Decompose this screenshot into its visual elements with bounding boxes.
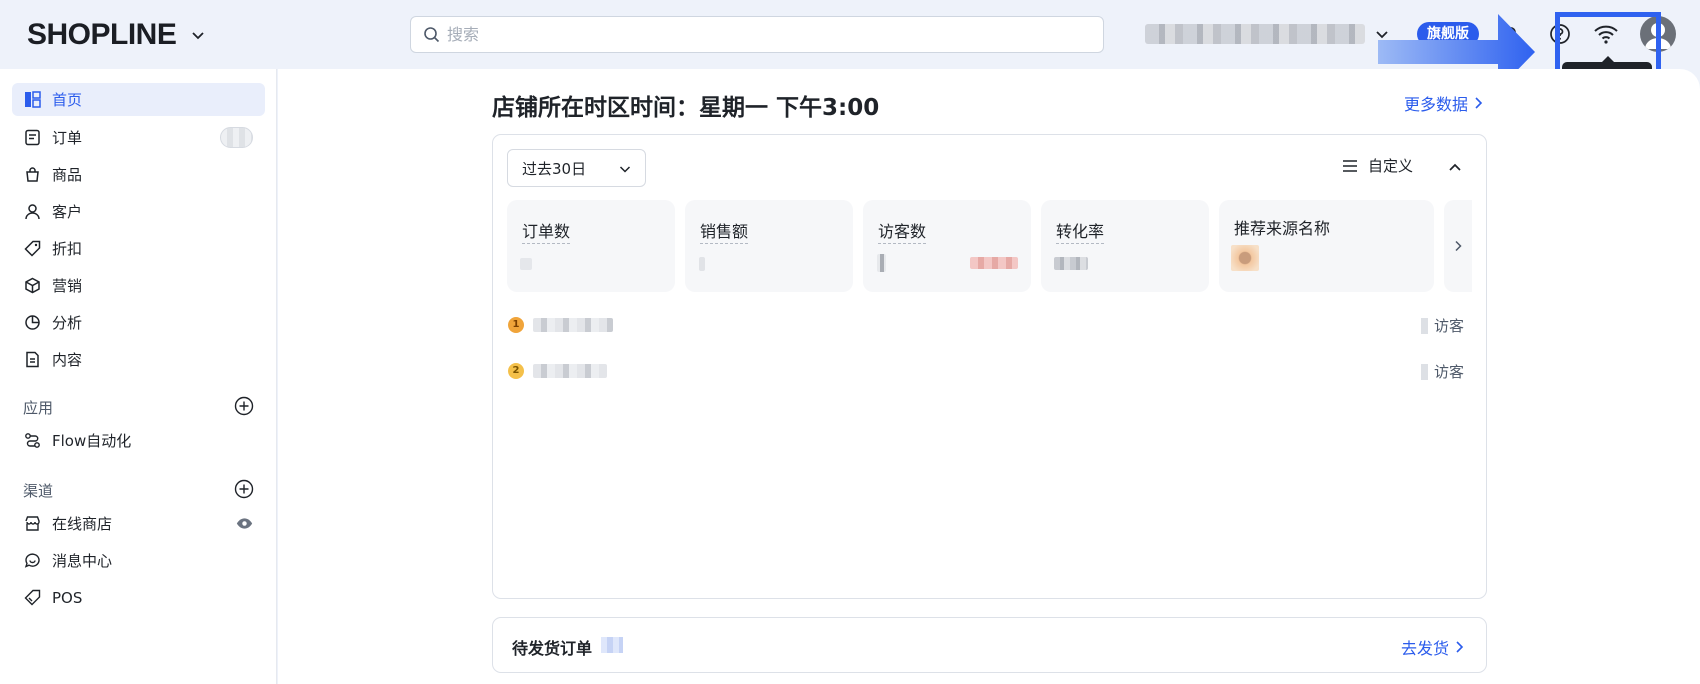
chevron-down-icon xyxy=(619,166,631,173)
apps-section-label: 应用 xyxy=(23,399,54,417)
metrics-next-button[interactable] xyxy=(1444,200,1472,292)
referrer-name-redacted xyxy=(533,364,607,378)
referrer-visitors: 访客 xyxy=(1421,361,1501,382)
referrer-name-redacted xyxy=(533,318,613,332)
search-icon xyxy=(424,26,440,42)
sidebar-item-label: 订单 xyxy=(52,129,83,147)
visitor-count-redacted xyxy=(1421,317,1428,334)
chevron-right-icon xyxy=(1475,97,1483,109)
visitor-count-redacted xyxy=(1421,363,1428,380)
list-menu-icon xyxy=(1343,159,1357,172)
main-corner-decoration xyxy=(1650,69,1700,89)
metric-card-referrer[interactable]: 推荐来源名称 xyxy=(1219,200,1434,292)
sidebar-item-label: POS xyxy=(52,588,83,607)
tag-icon xyxy=(24,240,41,257)
sidebar-item-message-center[interactable]: 消息中心 xyxy=(12,544,265,577)
chevron-down-icon xyxy=(192,32,204,40)
logo[interactable]: SHOPLINE xyxy=(27,18,206,52)
visitor-unit: 访客 xyxy=(1434,363,1465,381)
date-range-select[interactable]: 过去30日 xyxy=(507,149,646,187)
storefront-icon xyxy=(25,516,40,531)
shopping-bag-icon xyxy=(26,167,39,182)
sidebar-item-online-store[interactable]: 在线商店 xyxy=(12,507,265,540)
sidebar-item-discounts[interactable]: 折扣 xyxy=(12,232,265,265)
chevron-right-icon xyxy=(1456,641,1464,653)
chevron-right-icon xyxy=(1455,240,1462,252)
sidebar-item-label: 消息中心 xyxy=(52,552,113,570)
sidebar-item-label: 在线商店 xyxy=(52,515,113,533)
metric-label: 销售额 xyxy=(700,218,749,244)
pos-tag-icon xyxy=(24,589,41,606)
customize-label: 自定义 xyxy=(1368,157,1414,175)
sidebar-item-marketing[interactable]: 营销 xyxy=(12,269,265,302)
metric-card-visitors[interactable]: 访客数 xyxy=(863,200,1031,292)
order-doc-icon xyxy=(25,129,40,146)
flow-icon xyxy=(25,433,40,448)
pending-count-redacted xyxy=(601,637,623,653)
ship-orders-label: 去发货 xyxy=(1400,639,1449,658)
date-range-value: 过去30日 xyxy=(522,159,587,178)
sidebar-item-products[interactable]: 商品 xyxy=(12,158,265,191)
add-app-icon[interactable] xyxy=(234,396,254,416)
referrer-visitors: 访客 xyxy=(1421,315,1501,336)
metric-label: 转化率 xyxy=(1056,218,1105,244)
pending-orders-label: 待发货订单 xyxy=(512,639,593,658)
metric-value-redacted xyxy=(520,258,532,270)
metric-card-orders[interactable]: 订单数 xyxy=(507,200,675,292)
sidebar-item-label: 内容 xyxy=(52,351,83,369)
home-dashboard-icon xyxy=(25,91,41,108)
page-title: 店铺所在时区时间：星期一 下午3:00 xyxy=(492,95,880,121)
order-count-badge xyxy=(220,127,253,148)
sidebar-item-customers[interactable]: 客户 xyxy=(12,195,265,228)
more-data-link[interactable]: 更多数据 xyxy=(1404,91,1483,115)
sidebar-item-analytics[interactable]: 分析 xyxy=(12,306,265,339)
document-icon xyxy=(26,351,39,368)
pie-chart-icon xyxy=(25,315,40,330)
rank-badge-1: 1 xyxy=(508,317,524,333)
metric-card-conversion[interactable]: 转化率 xyxy=(1041,200,1209,292)
sidebar-item-label: Flow自动化 xyxy=(52,432,132,450)
sidebar-item-label: 首页 xyxy=(52,91,83,109)
logo-text: SHOPLINE xyxy=(27,18,177,51)
store-name[interactable] xyxy=(1145,24,1365,44)
sidebar-item-content[interactable]: 内容 xyxy=(12,343,265,376)
sidebar-item-flow[interactable]: Flow自动化 xyxy=(12,424,265,457)
chevron-up-icon[interactable] xyxy=(1448,160,1462,174)
search-input[interactable] xyxy=(447,25,1103,44)
eye-icon[interactable] xyxy=(236,515,253,532)
cube-icon xyxy=(25,277,40,294)
rank-badge-2: 2 xyxy=(508,363,524,379)
add-channel-icon[interactable] xyxy=(234,479,254,499)
metric-value-redacted xyxy=(877,254,886,272)
metric-value-redacted xyxy=(699,257,705,271)
user-icon xyxy=(25,204,40,220)
sidebar-item-label: 商品 xyxy=(52,166,83,184)
metric-card-sales[interactable]: 销售额 xyxy=(685,200,853,292)
customize-button[interactable]: 自定义 xyxy=(1342,155,1413,176)
visitor-unit: 访客 xyxy=(1434,317,1465,335)
sidebar-item-home[interactable]: 首页 xyxy=(12,83,265,116)
search-box[interactable] xyxy=(410,16,1104,53)
sidebar: 首页 订单 商品 客户 折扣 营销 分析 内容 应用 Flow自动化 渠道 在线… xyxy=(0,69,277,684)
more-data-label: 更多数据 xyxy=(1404,95,1469,114)
metric-label: 订单数 xyxy=(522,218,571,244)
referrer-icon-redacted xyxy=(1231,245,1259,271)
metric-label: 推荐来源名称 xyxy=(1234,219,1331,238)
pending-orders-card: 待发货订单 去发货 xyxy=(492,617,1487,673)
sidebar-item-pos[interactable]: POS xyxy=(12,581,265,614)
ship-orders-link[interactable]: 去发货 xyxy=(1401,635,1464,659)
sidebar-item-label: 折扣 xyxy=(52,240,83,258)
sidebar-item-orders[interactable]: 订单 xyxy=(12,121,265,154)
sidebar-item-label: 营销 xyxy=(52,277,83,295)
sidebar-item-label: 客户 xyxy=(52,203,83,221)
channels-section-label: 渠道 xyxy=(23,482,54,500)
metric-label: 访客数 xyxy=(878,218,927,244)
sidebar-item-label: 分析 xyxy=(52,314,83,332)
metric-value-redacted xyxy=(1054,257,1088,270)
chat-icon xyxy=(24,553,40,568)
metric-change-redacted xyxy=(970,257,1018,269)
